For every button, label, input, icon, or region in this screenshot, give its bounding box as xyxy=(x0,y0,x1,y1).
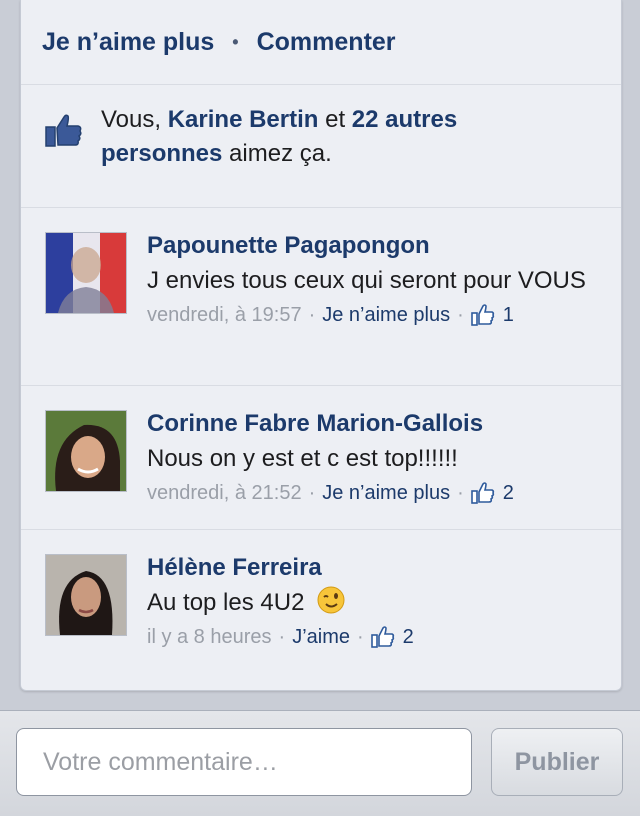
post-actions: Je n’aime plus • Commenter xyxy=(21,0,621,85)
comment-like-link[interactable]: J’aime xyxy=(292,622,350,652)
meta-separator: · xyxy=(457,304,464,326)
unlike-link[interactable]: Je n’aime plus xyxy=(42,28,214,57)
comment-meta: il y a 8 heures · J’aime · 2 xyxy=(147,622,597,652)
comment-author[interactable]: Corinne Fabre Marion-Gallois xyxy=(147,408,597,440)
post-card: Je n’aime plus • Commenter Vous, Karine … xyxy=(20,0,622,691)
comment-link[interactable]: Commenter xyxy=(257,28,396,57)
comment-time: vendredi, à 19:57 xyxy=(147,304,302,326)
meta-separator: · xyxy=(308,482,316,504)
comment-input[interactable]: Votre commentaire… xyxy=(16,728,472,796)
comment-time: il y a 8 heures xyxy=(147,626,272,648)
comment-item: Corinne Fabre Marion-Gallois Nous on y e… xyxy=(21,386,621,530)
publish-button[interactable]: Publier xyxy=(491,728,623,796)
thumbs-up-icon xyxy=(470,304,494,326)
likes-prefix: Vous, xyxy=(101,106,168,133)
comment-item: Hélène Ferreira Au top les 4U2 il y a 8 … xyxy=(21,530,621,690)
avatar[interactable] xyxy=(45,410,127,492)
comment-author[interactable]: Papounette Pagapongon xyxy=(147,230,597,262)
thumbs-up-icon xyxy=(470,482,494,504)
likes-summary: Vous, Karine Bertin et 22 autres personn… xyxy=(21,85,621,208)
likes-text: Vous, Karine Bertin et 22 autres personn… xyxy=(101,103,581,171)
likes-middle: et xyxy=(318,106,352,133)
avatar[interactable] xyxy=(45,554,127,636)
meta-separator: · xyxy=(308,304,316,326)
comment-text-content: Au top les 4U2 xyxy=(147,589,305,616)
thumbs-up-icon xyxy=(370,626,394,648)
meta-separator: · xyxy=(278,626,286,648)
meta-separator: · xyxy=(457,482,464,504)
winking-face-icon xyxy=(317,586,345,614)
comment-like-link[interactable]: Je n’aime plus xyxy=(322,300,450,330)
meta-separator: · xyxy=(356,626,364,648)
liker-name-link[interactable]: Karine Bertin xyxy=(168,106,319,133)
comment-text: Nous on y est et c est top!!!!!! xyxy=(147,445,458,472)
action-separator: • xyxy=(232,31,239,52)
comment-author[interactable]: Hélène Ferreira xyxy=(147,552,597,584)
comment-like-count[interactable]: 2 xyxy=(403,622,414,652)
comment-like-count[interactable]: 2 xyxy=(503,478,514,508)
comment-like-count[interactable]: 1 xyxy=(503,300,514,330)
comment-composer: Votre commentaire… Publier xyxy=(0,710,640,816)
comment-item: Papounette Pagapongon J envies tous ceux… xyxy=(21,208,621,386)
comment-meta: vendredi, à 21:52 · Je n’aime plus · 2 xyxy=(147,478,597,508)
comment-text: J envies tous ceux qui seront pour VOUS xyxy=(147,267,586,294)
comment-time: vendredi, à 21:52 xyxy=(147,482,302,504)
comment-meta: vendredi, à 19:57 · Je n’aime plus · 1 xyxy=(147,300,597,330)
comment-like-link[interactable]: Je n’aime plus xyxy=(322,478,450,508)
avatar[interactable] xyxy=(45,232,127,314)
likes-suffix: aimez ça. xyxy=(222,140,332,167)
comment-text: Au top les 4U2 xyxy=(147,586,597,620)
thumbs-up-icon xyxy=(45,114,82,147)
